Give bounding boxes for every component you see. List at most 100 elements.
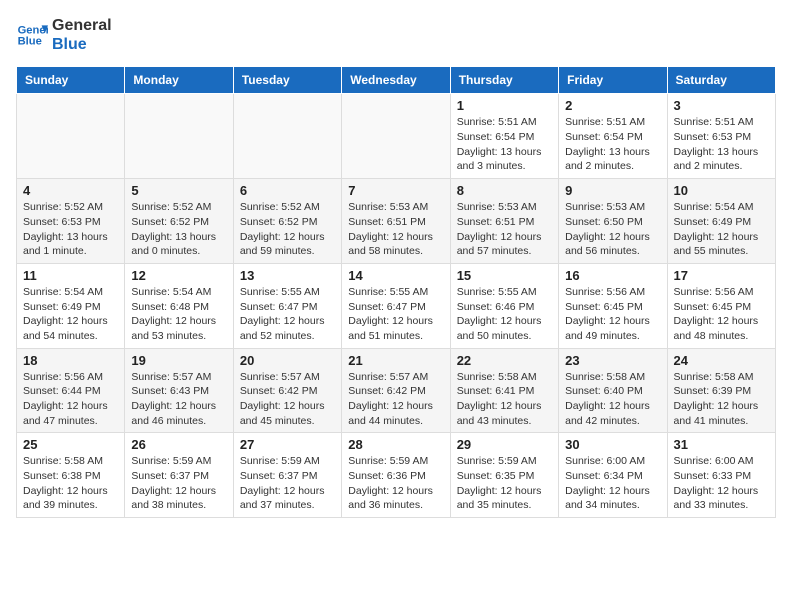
calendar-cell: 13 Sunrise: 5:55 AMSunset: 6:47 PMDayligh… xyxy=(233,263,341,348)
logo-subtext: Blue xyxy=(52,35,112,54)
logo-icon: General Blue xyxy=(16,19,48,51)
weekday-header-thursday: Thursday xyxy=(450,67,558,94)
calendar-cell: 17 Sunrise: 5:56 AMSunset: 6:45 PMDayligh… xyxy=(667,263,775,348)
calendar-cell: 18 Sunrise: 5:56 AMSunset: 6:44 PMDayligh… xyxy=(17,348,125,433)
weekday-header-tuesday: Tuesday xyxy=(233,67,341,94)
calendar-cell: 15 Sunrise: 5:55 AMSunset: 6:46 PMDayligh… xyxy=(450,263,558,348)
calendar-cell xyxy=(17,94,125,179)
day-info: Sunrise: 5:58 AMSunset: 6:39 PMDaylight:… xyxy=(674,370,769,429)
weekday-header-wednesday: Wednesday xyxy=(342,67,450,94)
day-info: Sunrise: 5:53 AMSunset: 6:51 PMDaylight:… xyxy=(348,200,443,259)
day-info: Sunrise: 5:54 AMSunset: 6:48 PMDaylight:… xyxy=(131,285,226,344)
weekday-header-sunday: Sunday xyxy=(17,67,125,94)
calendar-cell: 20 Sunrise: 5:57 AMSunset: 6:42 PMDayligh… xyxy=(233,348,341,433)
calendar-cell: 27Sunrise: 5:59 AMSunset: 6:37 PMDayligh… xyxy=(233,433,341,518)
day-number: 12 xyxy=(131,268,226,283)
calendar-cell: 31 Sunrise: 6:00 AMSunset: 6:33 PMDayligh… xyxy=(667,433,775,518)
day-info: Sunrise: 5:56 AMSunset: 6:45 PMDaylight:… xyxy=(565,285,660,344)
day-number: 29 xyxy=(457,437,552,452)
calendar-cell: 24 Sunrise: 5:58 AMSunset: 6:39 PMDayligh… xyxy=(667,348,775,433)
day-number: 28 xyxy=(348,437,443,452)
day-info: Sunrise: 5:57 AMSunset: 6:43 PMDaylight:… xyxy=(131,370,226,429)
day-number: 13 xyxy=(240,268,335,283)
calendar-week-5: 25Sunrise: 5:58 AMSunset: 6:38 PMDayligh… xyxy=(17,433,776,518)
day-number: 27 xyxy=(240,437,335,452)
day-info: Sunrise: 5:54 AMSunset: 6:49 PMDaylight:… xyxy=(674,200,769,259)
calendar-cell xyxy=(125,94,233,179)
calendar-cell: 8Sunrise: 5:53 AMSunset: 6:51 PMDaylight… xyxy=(450,179,558,264)
day-info: Sunrise: 5:55 AMSunset: 6:47 PMDaylight:… xyxy=(240,285,335,344)
day-number: 24 xyxy=(674,353,769,368)
day-info: Sunrise: 5:52 AMSunset: 6:52 PMDaylight:… xyxy=(131,200,226,259)
day-info: Sunrise: 6:00 AMSunset: 6:34 PMDaylight:… xyxy=(565,454,660,513)
calendar-cell: 10 Sunrise: 5:54 AMSunset: 6:49 PMDayligh… xyxy=(667,179,775,264)
calendar-cell: 7 Sunrise: 5:53 AMSunset: 6:51 PMDaylight… xyxy=(342,179,450,264)
calendar-cell: 9Sunrise: 5:53 AMSunset: 6:50 PMDaylight… xyxy=(559,179,667,264)
day-number: 30 xyxy=(565,437,660,452)
day-number: 3 xyxy=(674,98,769,113)
calendar-week-4: 18 Sunrise: 5:56 AMSunset: 6:44 PMDayligh… xyxy=(17,348,776,433)
day-info: Sunrise: 5:59 AMSunset: 6:37 PMDaylight:… xyxy=(131,454,226,513)
day-info: Sunrise: 5:53 AMSunset: 6:51 PMDaylight:… xyxy=(457,200,552,259)
day-number: 6 xyxy=(240,183,335,198)
calendar-cell: 2Sunrise: 5:51 AMSunset: 6:54 PMDaylight… xyxy=(559,94,667,179)
day-info: Sunrise: 5:58 AMSunset: 6:41 PMDaylight:… xyxy=(457,370,552,429)
day-number: 7 xyxy=(348,183,443,198)
calendar-cell: 12 Sunrise: 5:54 AMSunset: 6:48 PMDayligh… xyxy=(125,263,233,348)
day-info: Sunrise: 5:57 AMSunset: 6:42 PMDaylight:… xyxy=(240,370,335,429)
day-info: Sunrise: 5:56 AMSunset: 6:44 PMDaylight:… xyxy=(23,370,118,429)
day-number: 15 xyxy=(457,268,552,283)
day-number: 21 xyxy=(348,353,443,368)
calendar-cell: 14Sunrise: 5:55 AMSunset: 6:47 PMDayligh… xyxy=(342,263,450,348)
day-info: Sunrise: 5:57 AMSunset: 6:42 PMDaylight:… xyxy=(348,370,443,429)
calendar-cell: 22 Sunrise: 5:58 AMSunset: 6:41 PMDayligh… xyxy=(450,348,558,433)
day-number: 17 xyxy=(674,268,769,283)
day-number: 26 xyxy=(131,437,226,452)
day-number: 4 xyxy=(23,183,118,198)
day-info: Sunrise: 5:52 AMSunset: 6:52 PMDaylight:… xyxy=(240,200,335,259)
day-number: 14 xyxy=(348,268,443,283)
day-number: 2 xyxy=(565,98,660,113)
calendar-cell xyxy=(233,94,341,179)
calendar-table: SundayMondayTuesdayWednesdayThursdayFrid… xyxy=(16,66,776,518)
logo: General Blue General Blue xyxy=(16,16,112,54)
day-info: Sunrise: 5:54 AMSunset: 6:49 PMDaylight:… xyxy=(23,285,118,344)
day-number: 1 xyxy=(457,98,552,113)
calendar-cell: 5 Sunrise: 5:52 AMSunset: 6:52 PMDaylight… xyxy=(125,179,233,264)
calendar-cell: 19 Sunrise: 5:57 AMSunset: 6:43 PMDayligh… xyxy=(125,348,233,433)
weekday-header-row: SundayMondayTuesdayWednesdayThursdayFrid… xyxy=(17,67,776,94)
calendar-week-1: 1 Sunrise: 5:51 AMSunset: 6:54 PMDaylight… xyxy=(17,94,776,179)
day-info: Sunrise: 5:59 AMSunset: 6:35 PMDaylight:… xyxy=(457,454,552,513)
calendar-cell: 25Sunrise: 5:58 AMSunset: 6:38 PMDayligh… xyxy=(17,433,125,518)
day-info: Sunrise: 5:51 AMSunset: 6:53 PMDaylight:… xyxy=(674,115,769,174)
calendar-cell: 29 Sunrise: 5:59 AMSunset: 6:35 PMDayligh… xyxy=(450,433,558,518)
day-number: 10 xyxy=(674,183,769,198)
day-number: 5 xyxy=(131,183,226,198)
calendar-cell: 1 Sunrise: 5:51 AMSunset: 6:54 PMDaylight… xyxy=(450,94,558,179)
day-number: 11 xyxy=(23,268,118,283)
day-number: 25 xyxy=(23,437,118,452)
day-number: 31 xyxy=(674,437,769,452)
calendar-cell xyxy=(342,94,450,179)
day-info: Sunrise: 5:59 AMSunset: 6:36 PMDaylight:… xyxy=(348,454,443,513)
day-info: Sunrise: 5:55 AMSunset: 6:46 PMDaylight:… xyxy=(457,285,552,344)
calendar-cell: 23Sunrise: 5:58 AMSunset: 6:40 PMDayligh… xyxy=(559,348,667,433)
day-number: 20 xyxy=(240,353,335,368)
calendar-cell: 4Sunrise: 5:52 AMSunset: 6:53 PMDaylight… xyxy=(17,179,125,264)
day-number: 22 xyxy=(457,353,552,368)
day-info: Sunrise: 5:56 AMSunset: 6:45 PMDaylight:… xyxy=(674,285,769,344)
weekday-header-saturday: Saturday xyxy=(667,67,775,94)
calendar-week-2: 4Sunrise: 5:52 AMSunset: 6:53 PMDaylight… xyxy=(17,179,776,264)
day-info: Sunrise: 5:58 AMSunset: 6:40 PMDaylight:… xyxy=(565,370,660,429)
day-number: 19 xyxy=(131,353,226,368)
weekday-header-monday: Monday xyxy=(125,67,233,94)
day-info: Sunrise: 5:51 AMSunset: 6:54 PMDaylight:… xyxy=(457,115,552,174)
logo-text: General xyxy=(52,16,112,35)
weekday-header-friday: Friday xyxy=(559,67,667,94)
day-number: 18 xyxy=(23,353,118,368)
calendar-week-3: 11 Sunrise: 5:54 AMSunset: 6:49 PMDayligh… xyxy=(17,263,776,348)
calendar-cell: 30 Sunrise: 6:00 AMSunset: 6:34 PMDayligh… xyxy=(559,433,667,518)
day-info: Sunrise: 6:00 AMSunset: 6:33 PMDaylight:… xyxy=(674,454,769,513)
day-number: 16 xyxy=(565,268,660,283)
svg-text:Blue: Blue xyxy=(18,36,42,48)
